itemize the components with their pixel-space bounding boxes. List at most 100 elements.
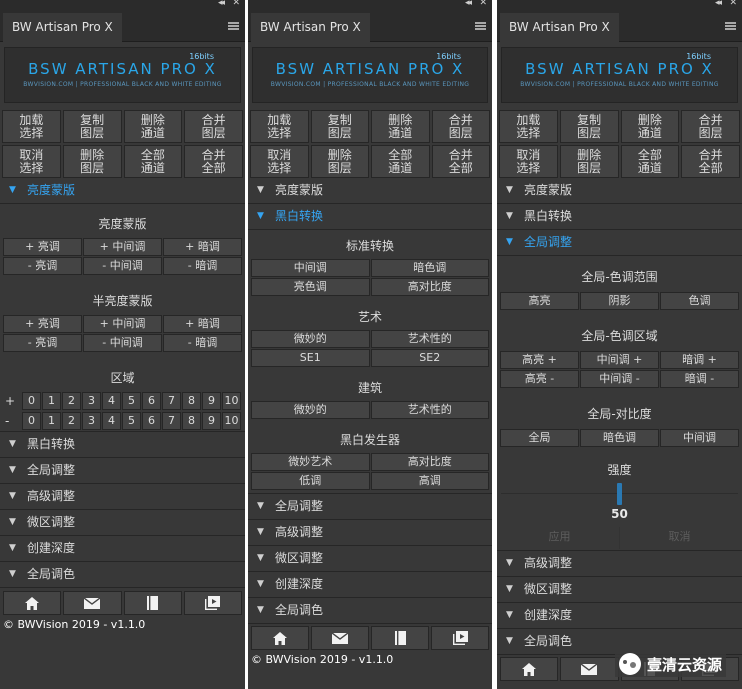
mail-button[interactable] [311, 626, 369, 650]
merge-layer-button[interactable]: 合并 图层 [184, 110, 243, 143]
video-button[interactable] [431, 626, 489, 650]
zone-minus-4-button[interactable]: 4 [102, 412, 121, 430]
zone-midtones-minus-button[interactable]: 中间调 - [580, 370, 659, 388]
contrast-midtones-button[interactable]: 中间调 [660, 429, 739, 447]
range-highlights-button[interactable]: 高亮 [500, 292, 579, 310]
section-global-adjust[interactable]: ▼ 全局调整 [0, 458, 245, 484]
all-channels-button[interactable]: 全部 通道 [123, 145, 183, 178]
zone-minus-0-button[interactable]: 0 [22, 412, 41, 430]
section-advanced-adjust[interactable]: ▼ 高级调整 [497, 551, 742, 577]
section-bw-convert[interactable]: ▼ 黑白转换 [0, 432, 245, 458]
section-micro-adjust[interactable]: ▼ 微区调整 [497, 577, 742, 603]
delete-layer-button[interactable]: 删除 图层 [559, 145, 619, 178]
zone-midtones-plus-button[interactable]: 中间调 + [580, 351, 659, 369]
load-selection-button[interactable]: 加载 选择 [2, 110, 61, 143]
section-advanced-adjust[interactable]: ▼ 高级调整 [0, 484, 245, 510]
panel-tab[interactable]: BW Artisan Pro X [3, 13, 122, 42]
panel-tab[interactable]: BW Artisan Pro X [500, 13, 619, 42]
delete-channel-button[interactable]: 删除 通道 [123, 110, 183, 143]
panel-menu-icon[interactable] [228, 22, 239, 30]
zone-shadows-plus-button[interactable]: 暗调 + [660, 351, 739, 369]
merge-layer-button[interactable]: 合并 图层 [431, 110, 490, 143]
standard-light-button[interactable]: 亮色调 [251, 278, 370, 296]
all-channels-button[interactable]: 全部 通道 [620, 145, 680, 178]
arch-artistic-button[interactable]: 艺术性的 [370, 401, 489, 419]
collapse-icon[interactable]: ◂◂ [715, 0, 722, 8]
half-plus-midtones-button[interactable]: + 中间调 [83, 315, 162, 333]
section-bw-convert[interactable]: ▼ 黑白转换 [248, 204, 492, 230]
zone-minus-9-button[interactable]: 9 [202, 412, 221, 430]
contrast-global-button[interactable]: 全局 [500, 429, 579, 447]
zone-shadows-minus-button[interactable]: 暗调 - [660, 370, 739, 388]
art-subtle-button[interactable]: 微妙的 [251, 330, 370, 348]
zone-plus-5-button[interactable]: 5 [122, 392, 141, 410]
section-bw-convert[interactable]: ▼ 黑白转换 [497, 204, 742, 230]
section-create-depth[interactable]: ▼ 创建深度 [497, 603, 742, 629]
mask-plus-shadows-button[interactable]: + 暗调 [163, 238, 242, 256]
video-button[interactable] [183, 591, 242, 615]
zone-minus-10-button[interactable]: 10 [222, 412, 241, 430]
zone-minus-1-button[interactable]: 1 [42, 412, 61, 430]
half-plus-shadows-button[interactable]: + 暗调 [163, 315, 242, 333]
zone-minus-3-button[interactable]: 3 [82, 412, 101, 430]
half-minus-highlights-button[interactable]: - 亮调 [3, 334, 82, 352]
panel-menu-icon[interactable] [725, 22, 736, 30]
merge-layer-button[interactable]: 合并 图层 [681, 110, 740, 143]
book-button[interactable] [123, 591, 182, 615]
zone-plus-6-button[interactable]: 6 [142, 392, 161, 410]
range-tone-button[interactable]: 色调 [660, 292, 739, 310]
slider-handle[interactable] [617, 483, 622, 505]
gen-subtle-art-button[interactable]: 微妙艺术 [251, 453, 370, 471]
section-micro-adjust[interactable]: ▼ 微区调整 [0, 510, 245, 536]
standard-dark-button[interactable]: 暗色调 [370, 259, 489, 277]
duplicate-layer-button[interactable]: 复制 图层 [559, 110, 619, 143]
mask-plus-midtones-button[interactable]: + 中间调 [83, 238, 162, 256]
merge-all-button[interactable]: 合并 全部 [681, 145, 740, 178]
zone-plus-10-button[interactable]: 10 [222, 392, 241, 410]
section-brightness-mask[interactable]: ▼ 亮度蒙版 [497, 178, 742, 204]
deselect-button[interactable]: 取消 选择 [499, 145, 558, 178]
zone-plus-0-button[interactable]: 0 [22, 392, 41, 410]
zone-minus-8-button[interactable]: 8 [182, 412, 201, 430]
delete-channel-button[interactable]: 删除 通道 [620, 110, 680, 143]
close-icon[interactable]: ✕ [729, 0, 737, 8]
contrast-dark-button[interactable]: 暗色调 [580, 429, 659, 447]
panel-menu-icon[interactable] [475, 22, 486, 30]
duplicate-layer-button[interactable]: 复制 图层 [62, 110, 122, 143]
delete-layer-button[interactable]: 删除 图层 [310, 145, 369, 178]
section-brightness-mask[interactable]: ▼ 亮度蒙版 [248, 178, 492, 204]
delete-layer-button[interactable]: 删除 图层 [62, 145, 122, 178]
home-button[interactable] [500, 657, 559, 681]
half-plus-highlights-button[interactable]: + 亮调 [3, 315, 82, 333]
home-button[interactable] [3, 591, 62, 615]
apply-button[interactable]: 应用 [500, 527, 620, 549]
zone-plus-7-button[interactable]: 7 [162, 392, 181, 410]
standard-high-contrast-button[interactable]: 高对比度 [370, 278, 489, 296]
section-create-depth[interactable]: ▼ 创建深度 [0, 536, 245, 562]
zone-plus-4-button[interactable]: 4 [102, 392, 121, 410]
zone-plus-9-button[interactable]: 9 [202, 392, 221, 410]
section-global-adjust[interactable]: ▼ 全局调整 [248, 494, 492, 520]
collapse-icon[interactable]: ◂◂ [218, 0, 225, 8]
art-se1-button[interactable]: SE1 [251, 349, 370, 367]
close-icon[interactable]: ✕ [232, 0, 240, 8]
zone-highlights-plus-button[interactable]: 高亮 + [500, 351, 579, 369]
zone-plus-1-button[interactable]: 1 [42, 392, 61, 410]
panel-tab[interactable]: BW Artisan Pro X [251, 13, 370, 42]
gen-high-key-button[interactable]: 高调 [370, 472, 489, 490]
delete-channel-button[interactable]: 删除 通道 [371, 110, 430, 143]
art-se2-button[interactable]: SE2 [370, 349, 489, 367]
gen-high-contrast-button[interactable]: 高对比度 [370, 453, 489, 471]
deselect-button[interactable]: 取消 选择 [250, 145, 309, 178]
section-micro-adjust[interactable]: ▼ 微区调整 [248, 546, 492, 572]
section-global-tone[interactable]: ▼ 全局调色 [0, 562, 245, 588]
cancel-button[interactable]: 取消 [620, 527, 739, 549]
arch-subtle-button[interactable]: 微妙的 [251, 401, 370, 419]
section-brightness-mask[interactable]: ▼ 亮度蒙版 [0, 178, 245, 204]
mask-minus-midtones-button[interactable]: - 中间调 [83, 257, 162, 275]
merge-all-button[interactable]: 合并 全部 [184, 145, 243, 178]
load-selection-button[interactable]: 加载 选择 [499, 110, 558, 143]
merge-all-button[interactable]: 合并 全部 [431, 145, 490, 178]
strength-slider[interactable]: 50 [501, 481, 738, 527]
mask-minus-highlights-button[interactable]: - 亮调 [3, 257, 82, 275]
